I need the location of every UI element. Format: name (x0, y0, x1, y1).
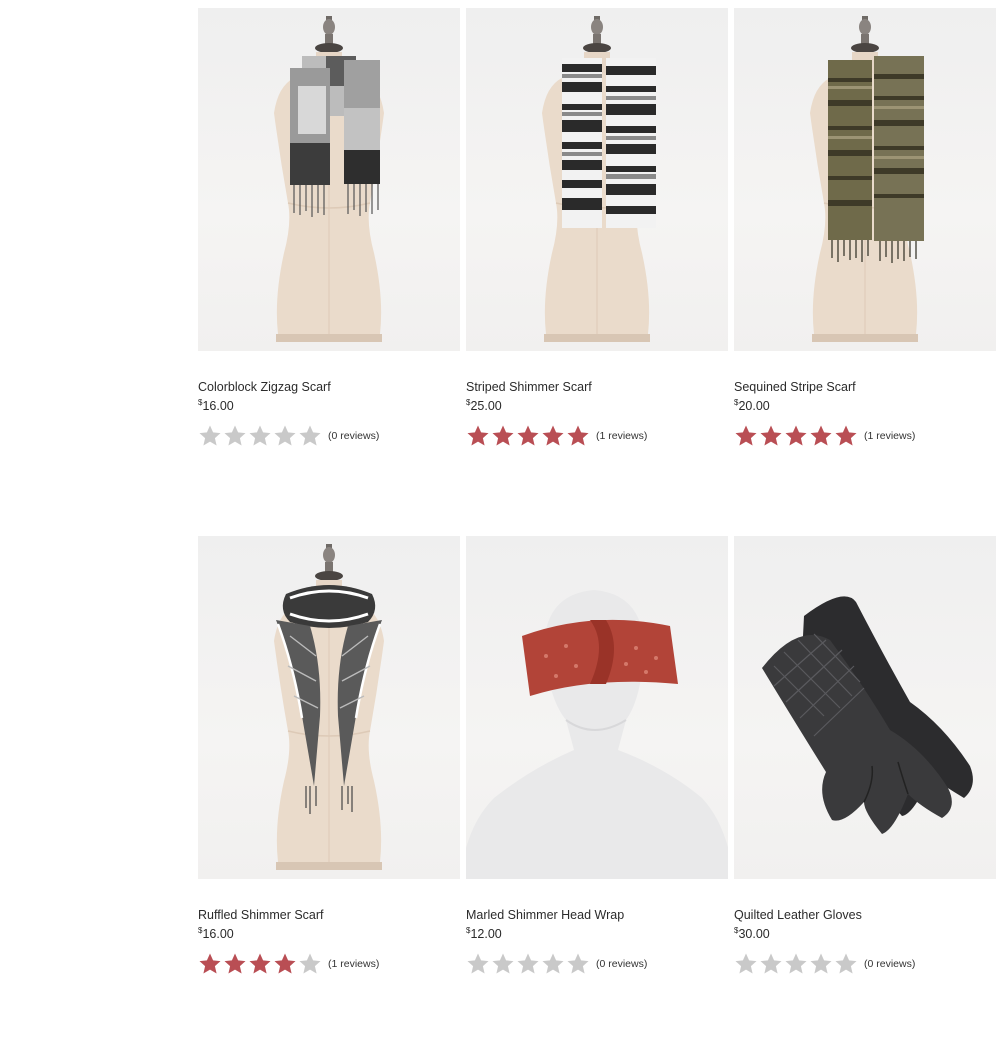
star-empty-icon (516, 952, 540, 976)
product-price: $20.00 (734, 398, 770, 413)
product-image[interactable] (734, 536, 996, 879)
star-empty-icon (784, 952, 808, 976)
reviews-link[interactable]: (0 reviews) (864, 958, 915, 970)
product-rating: (1 reviews) (466, 424, 647, 448)
star-rating (198, 424, 323, 448)
star-filled-icon (466, 424, 490, 448)
olive-sequined-scarf-image (734, 8, 924, 351)
product-name[interactable]: Quilted Leather Gloves (734, 908, 862, 922)
reviews-link[interactable]: (0 reviews) (596, 958, 647, 970)
star-empty-icon (273, 424, 297, 448)
star-empty-icon (198, 424, 222, 448)
black-quilted-gloves-image (762, 596, 973, 834)
star-rating (198, 952, 323, 976)
star-empty-icon (248, 424, 272, 448)
star-empty-icon (466, 952, 490, 976)
product-card: Ruffled Shimmer Scarf $16.00 (1 reviews) (198, 536, 460, 1064)
product-price: $16.00 (198, 926, 234, 941)
product-price: $12.00 (466, 926, 502, 941)
reviews-link[interactable]: (1 reviews) (328, 958, 379, 970)
star-filled-icon (223, 952, 247, 976)
product-name[interactable]: Sequined Stripe Scarf (734, 380, 856, 394)
star-empty-icon (809, 952, 833, 976)
black-white-ruffled-scarf-image (198, 536, 460, 879)
star-filled-icon (273, 952, 297, 976)
product-grid: Colorblock Zigzag Scarf $16.00 (0 review… (198, 8, 996, 1064)
star-filled-icon (248, 952, 272, 976)
star-filled-icon (834, 424, 858, 448)
product-rating: (1 reviews) (734, 424, 915, 448)
star-empty-icon (298, 424, 322, 448)
gray-colorblock-scarf-image (198, 8, 460, 351)
star-rating (734, 424, 859, 448)
product-price: $25.00 (466, 398, 502, 413)
product-rating: (0 reviews) (198, 424, 379, 448)
reviews-link[interactable]: (1 reviews) (596, 430, 647, 442)
star-empty-icon (759, 952, 783, 976)
product-name[interactable]: Ruffled Shimmer Scarf (198, 908, 324, 922)
product-card: Sequined Stripe Scarf $20.00 (1 reviews) (734, 8, 996, 536)
star-filled-icon (541, 424, 565, 448)
star-filled-icon (784, 424, 808, 448)
star-rating (466, 952, 591, 976)
star-empty-icon (298, 952, 322, 976)
product-card: Quilted Leather Gloves $30.00 (0 reviews… (734, 536, 996, 1064)
star-empty-icon (834, 952, 858, 976)
star-empty-icon (541, 952, 565, 976)
star-filled-icon (809, 424, 833, 448)
product-name[interactable]: Striped Shimmer Scarf (466, 380, 592, 394)
star-rating (466, 424, 591, 448)
product-image[interactable] (466, 8, 728, 351)
star-empty-icon (734, 952, 758, 976)
product-name[interactable]: Colorblock Zigzag Scarf (198, 380, 331, 394)
star-filled-icon (759, 424, 783, 448)
star-empty-icon (566, 952, 590, 976)
star-empty-icon (491, 952, 515, 976)
product-image[interactable] (734, 8, 996, 351)
product-name[interactable]: Marled Shimmer Head Wrap (466, 908, 624, 922)
black-white-striped-scarf-image (466, 8, 656, 351)
product-image[interactable] (466, 536, 728, 879)
product-image[interactable] (198, 8, 460, 351)
star-empty-icon (223, 424, 247, 448)
product-card: Colorblock Zigzag Scarf $16.00 (0 review… (198, 8, 460, 536)
product-price: $30.00 (734, 926, 770, 941)
product-card: Marled Shimmer Head Wrap $12.00 (0 revie… (466, 536, 728, 1064)
product-rating: (0 reviews) (734, 952, 915, 976)
star-filled-icon (516, 424, 540, 448)
star-rating (734, 952, 859, 976)
star-filled-icon (491, 424, 515, 448)
product-rating: (0 reviews) (466, 952, 647, 976)
star-filled-icon (198, 952, 222, 976)
star-filled-icon (734, 424, 758, 448)
red-head-wrap-image (466, 590, 728, 879)
reviews-link[interactable]: (0 reviews) (328, 430, 379, 442)
star-filled-icon (566, 424, 590, 448)
reviews-link[interactable]: (1 reviews) (864, 430, 915, 442)
product-image[interactable] (198, 536, 460, 879)
product-price: $16.00 (198, 398, 234, 413)
product-card: Striped Shimmer Scarf $25.00 (1 reviews) (466, 8, 728, 536)
product-rating: (1 reviews) (198, 952, 379, 976)
